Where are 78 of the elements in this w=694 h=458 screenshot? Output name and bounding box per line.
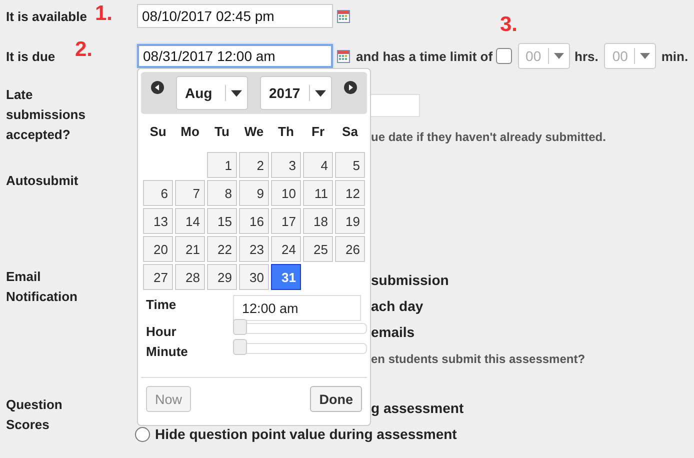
calendar-icon[interactable] [337,50,350,62]
calendar-icon[interactable] [337,10,350,22]
day-cell[interactable]: 29 [207,264,237,290]
option-label: g assessment [371,400,464,416]
day-cell[interactable]: 11 [303,180,333,206]
weekday-label: Fr [310,123,326,141]
annotation-number: 1. [95,2,113,26]
day-cell[interactable]: 24 [271,236,301,262]
section-label: Email Notification [6,269,78,304]
caret-icon [554,53,564,59]
month-select[interactable]: Aug [176,76,248,110]
option-label: emails [371,324,415,340]
weekday-label: Th [277,123,295,141]
date-field[interactable]: 08/31/2017 12:00 am [137,44,333,68]
day-cell[interactable]: 31 [271,264,301,290]
year-select[interactable]: 2017 [260,76,332,110]
text-field[interactable] [370,94,420,117]
day-cell[interactable]: 5 [335,152,365,178]
time-limit-label: and has a time limit of [356,48,493,64]
slider-handle[interactable] [232,318,247,334]
radio-button[interactable] [135,426,150,442]
caret-icon [640,53,650,59]
day-cell[interactable]: 20 [143,236,173,262]
done-button[interactable]: Done [310,386,362,412]
section-label: Autosubmit [6,173,78,188]
section-label: Question Scores [6,397,62,432]
day-cell[interactable]: 9 [239,180,269,206]
weekday-label: Tu [214,123,230,141]
day-cell[interactable]: 7 [175,180,205,206]
weekday-label: We [243,123,265,141]
weekday-label: Su [148,123,168,141]
day-cell[interactable]: 13 [143,208,173,234]
day-cell[interactable]: 26 [335,236,365,262]
weekday-label: Mo [180,123,200,141]
time-field[interactable]: 12:00 am [233,295,361,321]
unit-label: hrs. [574,48,598,64]
annotation-number: 3. [500,13,518,37]
field-label: It is due [6,48,56,64]
caret-icon [231,90,242,96]
help-text: ue date if they haven't already submitted. [371,130,606,144]
option-label: ach day [371,298,424,314]
next-icon[interactable] [344,80,357,94]
day-cell[interactable]: 28 [175,264,205,290]
day-cell[interactable]: 1 [207,152,237,178]
day-cell[interactable]: 2 [239,152,269,178]
day-cell[interactable]: 10 [271,180,301,206]
day-cell[interactable]: 27 [143,264,173,290]
day-cell[interactable]: 23 [239,236,269,262]
day-cell[interactable]: 25 [303,236,333,262]
day-cell[interactable]: 18 [303,208,333,234]
option-label: Hide question point value during assessment [155,426,457,442]
slider-label: Minute [146,344,189,358]
day-cell[interactable]: 6 [143,180,173,206]
weekday-label: Sa [341,123,359,141]
help-text: en students submit this assessment? [371,352,586,366]
day-cell[interactable]: 12 [335,180,365,206]
time-label: Time [146,297,178,312]
unit-label: min. [661,48,688,64]
day-cell[interactable]: 15 [207,208,237,234]
caret-icon [315,90,326,96]
annotation-number: 2. [75,38,93,62]
previous-icon[interactable] [151,80,164,94]
day-cell[interactable]: 8 [207,180,237,206]
slider-label: Hour [146,324,178,338]
day-cell[interactable]: 17 [271,208,301,234]
section-label: Late submissions accepted? [6,87,86,142]
day-cell[interactable]: 16 [239,208,269,234]
day-cell[interactable]: 4 [303,152,333,178]
slider-handle[interactable] [232,338,247,354]
day-cell[interactable]: 14 [175,208,205,234]
date-field[interactable]: 08/10/2017 02:45 pm [137,4,333,28]
field-label: It is available [6,8,87,24]
day-cell[interactable]: 22 [207,236,237,262]
day-cell[interactable]: 30 [239,264,269,290]
option-label: submission [371,272,449,288]
day-cell[interactable]: 21 [175,236,205,262]
day-cell[interactable]: 19 [335,208,365,234]
day-cell[interactable]: 3 [271,152,301,178]
